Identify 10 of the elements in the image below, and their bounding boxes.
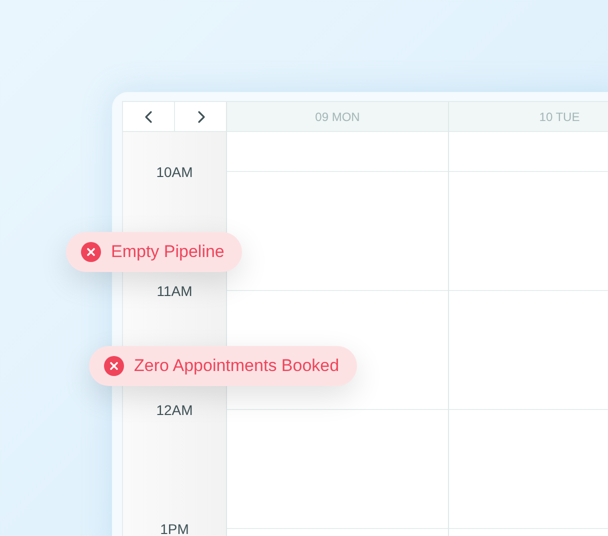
alert-text: Empty Pipeline [111,241,224,264]
day-header: 09 MON [227,102,448,132]
error-icon [104,356,124,376]
alert-text: Zero Appointments Booked [134,355,340,378]
error-icon [81,242,101,262]
time-label: 10AM [155,163,194,182]
time-label: 12AM [155,401,194,420]
day-header: 10 TUE [449,102,608,132]
time-label: 1PM [159,520,190,536]
time-label: 11AM [156,282,194,301]
